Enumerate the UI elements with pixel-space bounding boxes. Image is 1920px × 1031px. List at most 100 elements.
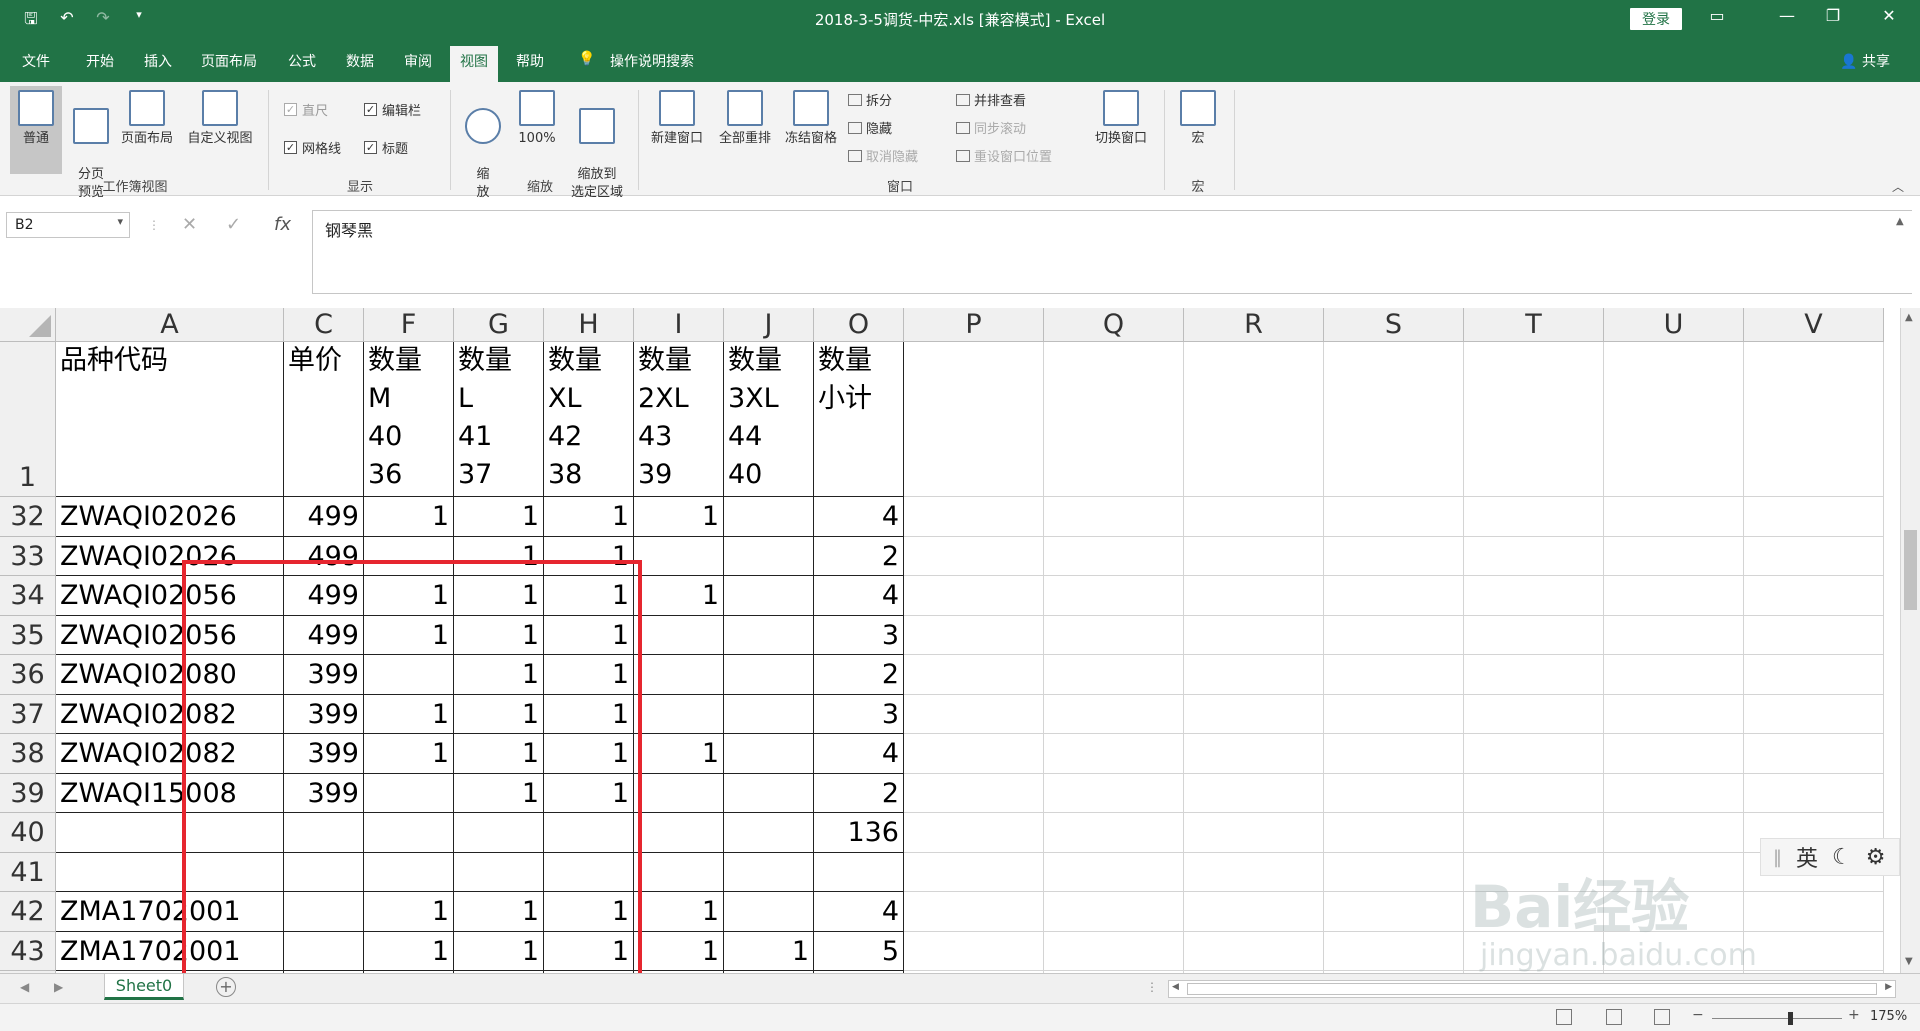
table-cell[interactable] — [724, 813, 814, 853]
zoom-100-button[interactable]: 100% — [510, 90, 564, 148]
table-cell[interactable] — [724, 694, 814, 734]
empty-cell[interactable] — [1324, 734, 1464, 774]
empty-cell[interactable] — [1744, 497, 1884, 537]
table-cell[interactable] — [634, 655, 724, 695]
empty-cell[interactable] — [1184, 497, 1324, 537]
empty-cell[interactable] — [1044, 655, 1184, 695]
empty-cell[interactable] — [1184, 852, 1324, 892]
empty-cell[interactable] — [1184, 694, 1324, 734]
empty-cell[interactable] — [1464, 892, 1604, 932]
empty-cell[interactable] — [904, 615, 1044, 655]
empty-cell[interactable] — [1464, 852, 1604, 892]
empty-cell[interactable] — [1604, 576, 1744, 616]
freeze-panes-button[interactable]: 冻结窗格 — [778, 90, 844, 148]
tab-split-handle-icon[interactable]: ⋮ — [1146, 980, 1158, 994]
empty-cell[interactable] — [1604, 813, 1744, 853]
zoom-level[interactable]: 175% — [1870, 1009, 1907, 1024]
table-cell[interactable]: 1 — [724, 931, 814, 971]
empty-cell[interactable] — [1604, 342, 1744, 497]
table-cell[interactable]: 1 — [364, 497, 454, 537]
empty-cell[interactable] — [904, 576, 1044, 616]
table-cell[interactable] — [724, 655, 814, 695]
table-cell[interactable]: 1 — [634, 576, 724, 616]
normal-view-button[interactable]: 普通 — [10, 86, 62, 174]
table-cell[interactable] — [634, 773, 724, 813]
expand-formula-bar-icon[interactable]: ▲ — [1896, 216, 1904, 227]
table-cell[interactable]: 136 — [814, 813, 904, 853]
login-button[interactable]: 登录 — [1630, 8, 1682, 30]
empty-cell[interactable] — [904, 694, 1044, 734]
reset-window-position-button[interactable]: 重设窗口位置 — [956, 146, 1052, 165]
table-cell[interactable] — [634, 694, 724, 734]
empty-cell[interactable] — [1324, 342, 1464, 497]
table-cell[interactable]: 1 — [454, 497, 544, 537]
drag-handle-icon[interactable]: ‖ — [1773, 847, 1782, 868]
row-header[interactable]: 33 — [0, 536, 56, 576]
empty-cell[interactable] — [1464, 342, 1604, 497]
table-cell[interactable] — [634, 615, 724, 655]
empty-cell[interactable] — [1604, 536, 1744, 576]
add-sheet-icon[interactable]: + — [216, 977, 236, 997]
name-box[interactable]: B2 ▾ — [6, 212, 130, 238]
tab-file[interactable]: 文件 — [22, 51, 50, 71]
arrange-all-button[interactable]: 全部重排 — [712, 90, 778, 148]
horizontal-scroll-thumb[interactable] — [1187, 983, 1877, 995]
row-header[interactable]: 36 — [0, 655, 56, 695]
empty-cell[interactable] — [1604, 655, 1744, 695]
scroll-down-icon[interactable]: ▼ — [1905, 956, 1913, 967]
empty-cell[interactable] — [1324, 655, 1464, 695]
empty-cell[interactable] — [1744, 615, 1884, 655]
empty-cell[interactable] — [1604, 734, 1744, 774]
empty-cell[interactable] — [1604, 931, 1744, 971]
empty-cell[interactable] — [1464, 655, 1604, 695]
page-layout-view-button[interactable]: 页面布局 — [114, 90, 180, 148]
empty-cell[interactable] — [1744, 931, 1884, 971]
table-cell[interactable]: 1 — [634, 931, 724, 971]
select-all-button[interactable] — [0, 308, 56, 342]
prev-sheet-icon[interactable]: ◀ — [20, 980, 29, 994]
normal-view-status-icon[interactable] — [1556, 1009, 1572, 1025]
empty-cell[interactable] — [1184, 615, 1324, 655]
empty-cell[interactable] — [1044, 615, 1184, 655]
zoom-in-icon[interactable]: + — [1848, 1007, 1860, 1023]
empty-cell[interactable] — [904, 655, 1044, 695]
formula-input[interactable]: 钢琴黑 — [312, 210, 1912, 294]
column-header-c[interactable]: C — [284, 308, 364, 342]
table-cell[interactable]: 2 — [814, 655, 904, 695]
table-cell[interactable] — [724, 615, 814, 655]
table-cell[interactable] — [724, 852, 814, 892]
moon-icon[interactable]: ☾ — [1832, 845, 1852, 870]
table-cell[interactable]: 1 — [634, 497, 724, 537]
empty-cell[interactable] — [904, 536, 1044, 576]
column-header-q[interactable]: Q — [1044, 308, 1184, 342]
tell-me-search[interactable]: 操作说明搜索 — [610, 51, 694, 71]
column-header-h[interactable]: H — [544, 308, 634, 342]
table-cell[interactable]: 1 — [634, 892, 724, 932]
empty-cell[interactable] — [1464, 734, 1604, 774]
header-cell-c[interactable]: 单价 — [284, 342, 364, 497]
restore-icon[interactable]: ❐ — [1818, 6, 1848, 25]
enter-checkmark-icon[interactable]: ✓ — [226, 214, 241, 235]
column-header-t[interactable]: T — [1464, 308, 1604, 342]
empty-cell[interactable] — [1044, 892, 1184, 932]
table-cell[interactable]: 3 — [814, 694, 904, 734]
table-cell[interactable] — [724, 576, 814, 616]
empty-cell[interactable] — [1604, 892, 1744, 932]
column-header-o[interactable]: O — [814, 308, 904, 342]
empty-cell[interactable] — [1744, 892, 1884, 932]
table-cell[interactable] — [634, 852, 724, 892]
empty-cell[interactable] — [904, 773, 1044, 813]
empty-cell[interactable] — [1184, 342, 1324, 497]
vertical-scrollbar[interactable]: ▲ ▼ — [1900, 308, 1920, 973]
header-cell-i[interactable]: 数量 2XL 43 39 — [634, 342, 724, 497]
column-header-v[interactable]: V — [1744, 308, 1884, 342]
table-cell[interactable]: 499 — [284, 497, 364, 537]
column-header-s[interactable]: S — [1324, 308, 1464, 342]
empty-cell[interactable] — [1604, 615, 1744, 655]
row-header[interactable]: 43 — [0, 931, 56, 971]
vertical-scroll-thumb[interactable] — [1904, 530, 1917, 610]
header-cell-o[interactable]: 数量 小计 — [814, 342, 904, 497]
table-cell[interactable] — [724, 536, 814, 576]
empty-cell[interactable] — [1324, 497, 1464, 537]
row-header[interactable]: 39 — [0, 773, 56, 813]
